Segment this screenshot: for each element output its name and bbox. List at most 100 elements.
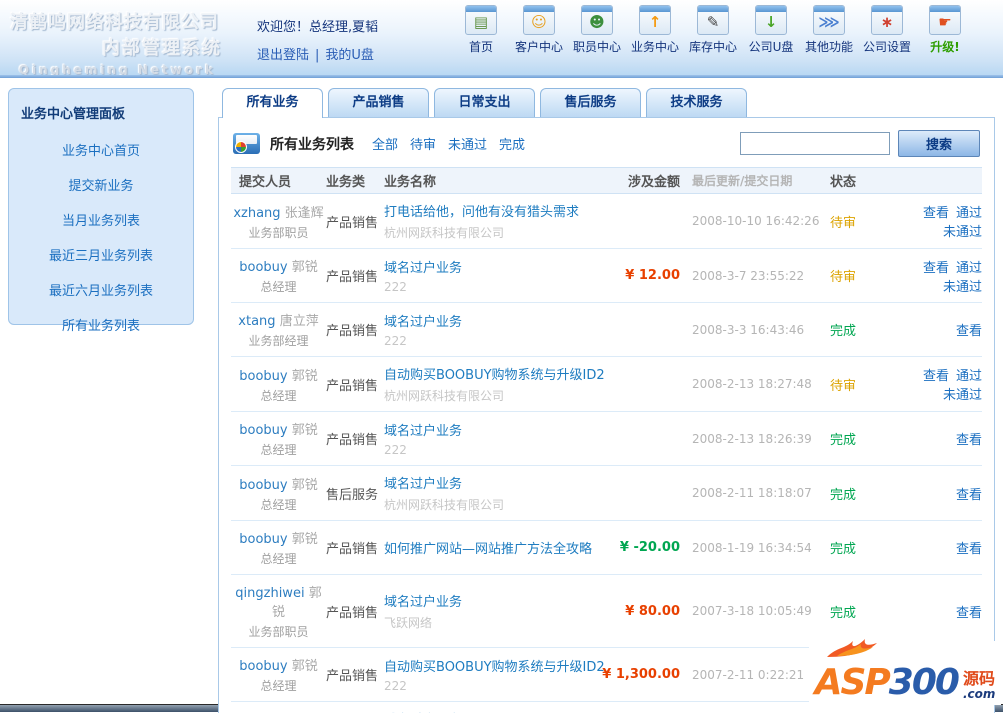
submitter-username-link[interactable]: xtang <box>238 314 275 329</box>
submitter-username-link[interactable]: boobuy <box>239 369 287 384</box>
watermark-300-text: 300 <box>888 662 960 703</box>
status-badge: 待审 <box>830 378 857 394</box>
business-title-link[interactable]: 自动购买BOOBUY购物系统与升级ID2 <box>384 656 605 675</box>
logo-ball-icon <box>235 141 247 153</box>
nav-label: 职员中心 <box>572 40 621 54</box>
table-row: xzhang 张逢辉 业务部职员 产品销售 打电话给他，问他有没有猎头需求 杭州… <box>231 194 982 249</box>
business-category: 产品销售 <box>326 433 379 448</box>
nav-item[interactable]: ☺ 客户中心 <box>510 5 568 55</box>
submitter-username-link[interactable]: boobuy <box>239 532 287 547</box>
business-name-cell: 打电话给他，问他有没有猎头需求 杭州网跃科技有限公司 <box>384 201 602 241</box>
action-link[interactable]: 通过 <box>956 261 982 276</box>
filter-link[interactable]: 全部 <box>372 138 398 153</box>
submitter-username-link[interactable]: boobuy <box>239 478 287 493</box>
nav-item[interactable]: ↓ 公司U盘 <box>742 5 800 55</box>
table-row: boobuy 郭锐 总经理 产品销售 域名过户业务 222 ¥ 12.00 20… <box>231 249 982 303</box>
business-title-link[interactable]: 打电话给他，问他有没有猎头需求 <box>384 201 602 220</box>
submitter-cell: boobuy 郭锐 总经理 <box>231 365 326 404</box>
logout-link[interactable]: 退出登陆 <box>257 48 309 63</box>
nav-item[interactable]: ▤ 首页 <box>452 5 510 55</box>
business-title-link[interactable]: 域名过户业务 <box>384 473 602 492</box>
business-category: 产品销售 <box>326 378 379 394</box>
action-link[interactable]: 查看 <box>956 433 982 448</box>
business-category: 售后服务 <box>326 487 379 503</box>
business-title-link[interactable]: 域名过户业务 <box>384 311 602 330</box>
nav-item[interactable]: ↑ 业务中心 <box>626 5 684 55</box>
submitter-realname: 唐立萍 <box>279 314 319 329</box>
update-date: 2007-2-11 0:22:21 <box>692 667 805 682</box>
submitter-username-link[interactable]: boobuy <box>239 423 287 438</box>
submitter-username-link[interactable]: xzhang <box>233 206 280 221</box>
business-title-link[interactable]: 域名过户业务 <box>384 709 602 713</box>
submitter-username-link[interactable]: boobuy <box>239 260 287 275</box>
nav-item[interactable]: ⋙ 其他功能 <box>800 5 858 55</box>
nav-label: 库存中心 <box>688 40 737 54</box>
tab[interactable]: 所有业务 <box>222 88 323 118</box>
my-udisk-link[interactable]: 我的U盘 <box>325 48 374 63</box>
column-header-status: 状态 <box>830 175 857 190</box>
search-button[interactable]: 搜索 <box>898 130 980 157</box>
submitter-realname: 郭锐 <box>291 659 318 674</box>
sidebar-item[interactable]: 提交新业务 <box>9 167 193 202</box>
welcome-block: 欢迎您！总经理,夏韬 退出登陆 | 我的U盘 <box>257 16 378 63</box>
nav-item[interactable]: ☛ 升级! <box>916 5 974 55</box>
row-actions: 查看 通过未通过 <box>874 365 982 403</box>
action-link[interactable]: 查看 <box>923 206 949 221</box>
action-link[interactable]: 查看 <box>956 542 982 557</box>
sidebar-item[interactable]: 最近三月业务列表 <box>9 237 193 272</box>
tab[interactable]: 售后服务 <box>540 88 641 117</box>
table-row: boobuy 郭锐 总经理 产品销售 自动购买BOOBUY购物系统与升级ID2 … <box>231 357 982 412</box>
action-link[interactable]: 查看 <box>923 369 949 384</box>
action-link[interactable]: 查看 <box>923 261 949 276</box>
action-link[interactable]: 查看 <box>956 606 982 621</box>
action-link[interactable]: 查看 <box>956 488 982 503</box>
sidebar-item[interactable]: 所有业务列表 <box>9 307 193 342</box>
filter-link[interactable]: 待审 <box>410 138 436 153</box>
business-subtitle: 杭州网跃科技有限公司 <box>384 389 505 403</box>
search-input[interactable] <box>740 132 890 155</box>
content-panel: 所有业务列表 全部 待审 未通过 完成 搜索 提交人员 业务类 业务名称 涉及金额 最… <box>218 117 995 713</box>
submitter-role: 总经理 <box>260 388 297 403</box>
action-link[interactable]: 未通过 <box>943 388 982 403</box>
nav-item[interactable]: ∗ 公司设置 <box>858 5 916 55</box>
table-row: boobuy 郭锐 总经理 售后服务 域名过户业务 杭州网跃科技有限公司 200… <box>231 466 982 521</box>
amount: ¥ 12.00 <box>625 268 680 283</box>
nav-label: 升级! <box>930 40 960 54</box>
tab[interactable]: 产品销售 <box>328 88 429 117</box>
header: 清鹤鸣网络科技有限公司 内部管理系统 Qingheming Network 欢迎… <box>0 0 1003 77</box>
business-title-link[interactable]: 域名过户业务 <box>384 591 602 610</box>
update-date: 2008-10-10 16:42:26 <box>692 214 820 228</box>
amount: ¥ -20.00 <box>619 540 680 555</box>
filter-link[interactable]: 完成 <box>499 138 525 153</box>
business-title-link[interactable]: 域名过户业务 <box>384 257 602 276</box>
company-udisk-icon: ↓ <box>755 5 787 35</box>
tab[interactable]: 日常支出 <box>434 88 535 117</box>
business-title-link[interactable]: 如何推广网站—网站推广方法全攻略 <box>384 538 602 557</box>
main-content: 所有业务 产品销售 日常支出 售后服务 技术服务 所有业务列表 全部 待审 未通过 完成 搜索… <box>218 88 995 713</box>
sidebar-title: 业务中心管理面板 <box>21 107 126 122</box>
filter-link[interactable]: 未通过 <box>448 138 487 153</box>
action-link[interactable]: 通过 <box>956 206 982 221</box>
business-title-link[interactable]: 自动购买BOOBUY购物系统与升级ID2 <box>384 364 605 383</box>
business-title-link[interactable]: 域名过户业务 <box>384 420 602 439</box>
nav-item[interactable]: ✎ 库存中心 <box>684 5 742 55</box>
action-link[interactable]: 未通过 <box>943 225 982 240</box>
action-link[interactable]: 未通过 <box>943 280 982 295</box>
submitter-role: 总经理 <box>260 280 297 294</box>
sidebar-item[interactable]: 业务中心首页 <box>9 132 193 167</box>
action-link[interactable]: 查看 <box>956 324 982 339</box>
submitter-username-link[interactable]: qingzhiwei <box>235 586 304 601</box>
column-header-name: 业务名称 <box>384 175 437 190</box>
submitter-username-link[interactable]: boobuy <box>239 659 287 674</box>
submitter-realname: 郭锐 <box>291 532 318 547</box>
table-row: xtang 唐立萍 业务部经理 产品销售 域名过户业务 222 2008-3-3… <box>231 303 982 357</box>
business-subtitle: 222 <box>384 679 407 693</box>
action-link[interactable]: 通过 <box>956 369 982 384</box>
tab[interactable]: 技术服务 <box>646 88 747 117</box>
sidebar-item[interactable]: 最近六月业务列表 <box>9 272 193 307</box>
business-subtitle: 杭州网跃科技有限公司 <box>384 226 505 240</box>
status-badge: 待审 <box>830 270 857 285</box>
nav-item[interactable]: ☻ 职员中心 <box>568 5 626 55</box>
submitter-role: 业务部职员 <box>248 625 309 639</box>
sidebar-item[interactable]: 当月业务列表 <box>9 202 193 237</box>
